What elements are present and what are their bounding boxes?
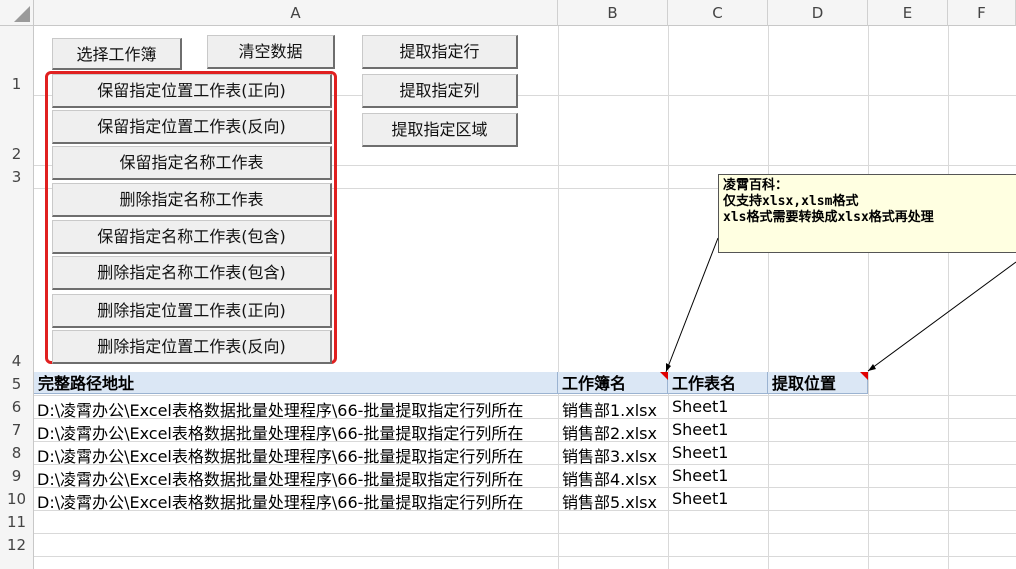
comment-line-1: 凌霄百科： [723,178,789,193]
comment-line-3: xls格式需要转换成xlsx格式再处理 [723,210,934,225]
comment-arrows [665,237,1016,373]
comment-line-2: 仅支持xlsx,xlsm格式 [723,194,859,209]
comment-box[interactable]: 凌霄百科： 仅支持xlsx,xlsm格式 xls格式需要转换成xlsx格式再处理 [718,174,1016,253]
